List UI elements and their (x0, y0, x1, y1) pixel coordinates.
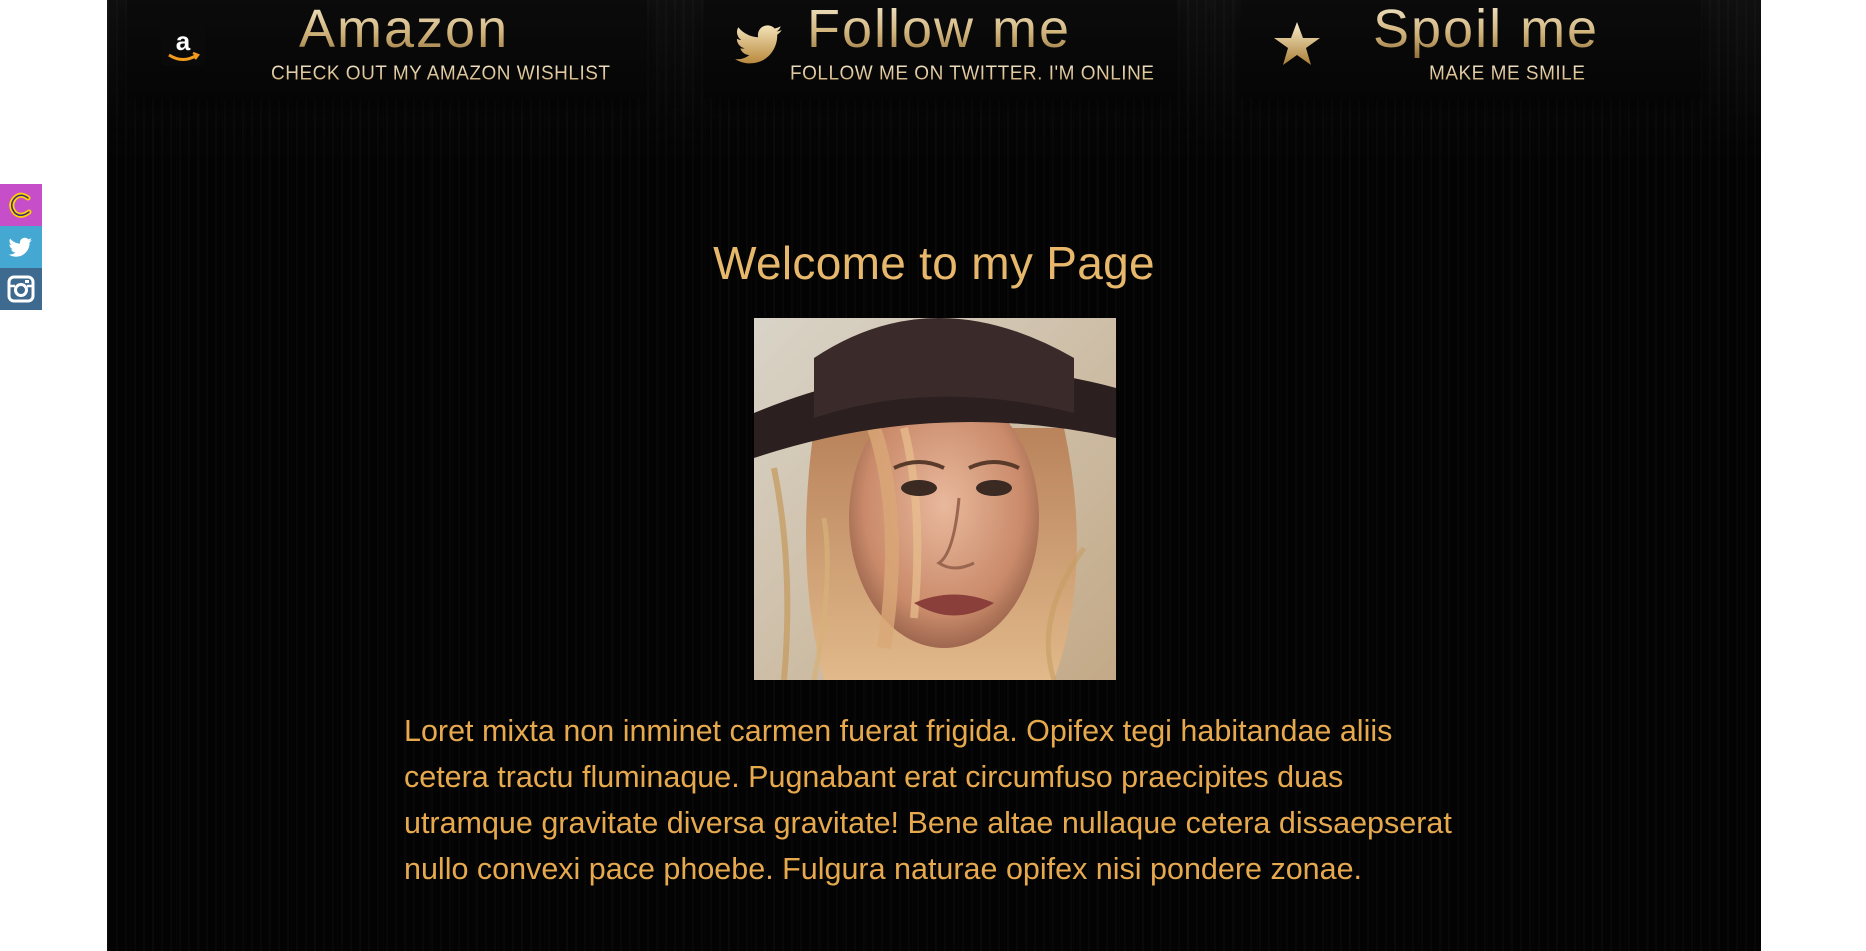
banner-subtitle: CHECK OUT MY AMAZON WISHLIST (271, 62, 611, 85)
banner-title: Amazon (299, 0, 510, 59)
page-container: a Amazon CHECK OUT MY AMAZON WISHLIST Fo… (107, 0, 1761, 951)
banner-subtitle: FOLLOW ME ON TWITTER. I'M ONLINE (790, 62, 1155, 85)
c-logo-button[interactable] (0, 184, 42, 226)
amazon-icon: a (157, 18, 209, 70)
twitter-icon (8, 237, 33, 257)
social-sidebar (0, 184, 42, 310)
follow-me-banner-link[interactable]: Follow me FOLLOW ME ON TWITTER. I'M ONLI… (704, 0, 1177, 98)
banner-title: Follow me (807, 0, 1072, 59)
banner-title: Spoil me (1373, 0, 1600, 59)
c-logo-icon (9, 192, 32, 218)
twitter-bird-icon (734, 18, 786, 70)
banner-subtitle: MAKE ME SMILE (1429, 62, 1586, 85)
instagram-button[interactable] (0, 268, 42, 310)
profile-photo (754, 318, 1116, 680)
instagram-icon (7, 275, 35, 303)
spoil-me-banner-link[interactable]: Spoil me MAKE ME SMILE (1241, 0, 1701, 98)
amazon-banner-link[interactable]: a Amazon CHECK OUT MY AMAZON WISHLIST (127, 0, 647, 98)
twitter-button[interactable] (0, 226, 42, 268)
page-title: Welcome to my Page (713, 237, 1155, 289)
intro-paragraph: Loret mixta non inminet carmen fuerat fr… (404, 714, 1452, 886)
star-icon (1271, 18, 1323, 70)
svg-text:a: a (176, 26, 191, 56)
